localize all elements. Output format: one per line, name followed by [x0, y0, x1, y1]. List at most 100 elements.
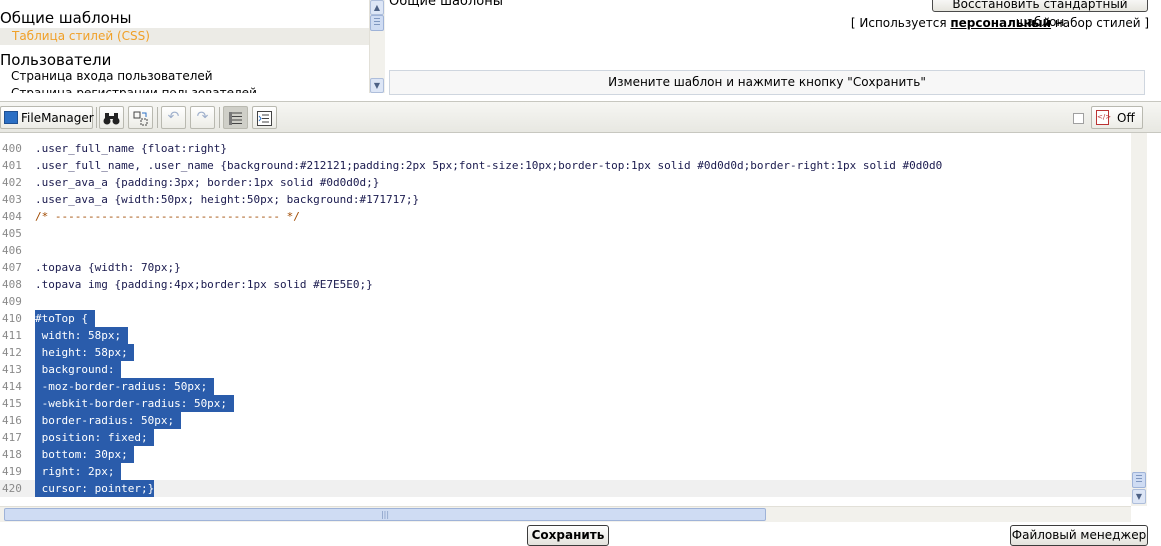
toolbar-separator: [157, 107, 158, 128]
code-line[interactable]: 416 border-radius: 50px;: [0, 412, 1131, 429]
line-number: 420: [2, 482, 22, 495]
template-item-login-page[interactable]: Страница входа пользователей: [11, 68, 213, 84]
line-number: 415: [2, 397, 22, 410]
line-number: 408: [2, 278, 22, 291]
replace-icon: [129, 107, 152, 134]
line-number: 417: [2, 431, 22, 444]
code-line[interactable]: 414 -moz-border-radius: 50px;: [0, 378, 1131, 395]
code-line[interactable]: 420 cursor: pointer;}: [0, 480, 1131, 497]
code-text: border-radius: 50px;: [35, 412, 181, 429]
code-line[interactable]: 404 /* ----------------------------------…: [0, 208, 1131, 225]
undo-icon: ↶: [167, 109, 180, 125]
code-text: .topava {width: 70px;}: [35, 261, 181, 274]
line-number: 411: [2, 329, 22, 342]
file-manager-button[interactable]: Файловый менеджер: [1010, 525, 1148, 546]
line-number: 405: [2, 227, 22, 240]
word-wrap-button[interactable]: [252, 106, 277, 129]
redo-button[interactable]: ↷: [190, 106, 215, 129]
line-number: 401: [2, 159, 22, 172]
code-line[interactable]: 408 .topava img {padding:4px;border:1px s…: [0, 276, 1131, 293]
css-code-editor[interactable]: 400 .user_full_name {float:right} 401 .user…: [0, 133, 1131, 506]
code-line[interactable]: 410 #toTop {: [0, 310, 1131, 327]
code-text: cursor: pointer;}: [35, 480, 155, 497]
category-common-templates: Общие шаблоны: [0, 9, 132, 27]
line-number: 409: [2, 295, 22, 308]
code-text: #toTop {: [35, 310, 95, 327]
save-hint: Измените шаблон и нажмите кнопку "Сохран…: [389, 70, 1145, 95]
code-text: position: fixed;: [35, 429, 155, 446]
category-users: Пользователи: [0, 51, 112, 69]
code-line[interactable]: 401 .user_full_name, .user_name {backgrou…: [0, 157, 1131, 174]
code-text: /* ---------------------------------- */: [35, 210, 300, 223]
code-line[interactable]: 409: [0, 293, 1131, 310]
code-line[interactable]: 419 right: 2px;: [0, 463, 1131, 480]
replace-button[interactable]: [128, 106, 153, 129]
line-number: 414: [2, 380, 22, 393]
template-info-panel: Общие шаблоны Восстановить стандартный ш…: [385, 0, 1161, 100]
binoculars-icon: [100, 107, 123, 133]
template-item-css-label: Таблица стилей (CSS): [12, 29, 150, 43]
code-line[interactable]: 417 position: fixed;: [0, 429, 1131, 446]
toggle-label: Off: [1117, 111, 1135, 125]
line-number: 400: [2, 142, 22, 155]
code-line[interactable]: 407 .topava {width: 70px;}: [0, 259, 1131, 276]
code-text: height: 58px;: [35, 344, 135, 361]
code-line[interactable]: 418 bottom: 30px;: [0, 446, 1131, 463]
code-text: .user_ava_a {padding:3px; border:1px sol…: [35, 176, 380, 189]
line-number: 410: [2, 312, 22, 325]
line-number: 413: [2, 363, 22, 376]
scroll-up-icon[interactable]: ▲: [370, 0, 384, 15]
scroll-thumb[interactable]: [370, 15, 384, 31]
highlight-checkbox[interactable]: [1073, 113, 1084, 124]
code-line[interactable]: 411 width: 58px;: [0, 327, 1131, 344]
save-button[interactable]: Сохранить: [527, 525, 609, 546]
line-number: 404: [2, 210, 22, 223]
undo-button[interactable]: ↶: [161, 106, 186, 129]
template-item-registration-page[interactable]: Страница регистрации пользователей: [11, 85, 257, 93]
style-set-notice: [ Используется персональный набор стилей…: [851, 16, 1149, 30]
editor-horizontal-scrollbar[interactable]: |||: [0, 506, 1131, 522]
notice-personal: персональный: [950, 16, 1052, 30]
search-button[interactable]: [99, 106, 124, 129]
template-list-scrollbar[interactable]: ▲ ▼: [369, 0, 385, 93]
scroll-down-icon[interactable]: ▼: [370, 78, 384, 93]
code-text: width: 58px;: [35, 327, 128, 344]
code-line[interactable]: 413 background:: [0, 361, 1131, 378]
word-wrap-icon: [253, 107, 276, 133]
code-line[interactable]: 403 .user_ava_a {width:50px; height:50px;…: [0, 191, 1131, 208]
template-item-css[interactable]: Таблица стилей (CSS): [0, 28, 369, 45]
code-line[interactable]: 412 height: 58px;: [0, 344, 1131, 361]
code-line[interactable]: 405: [0, 225, 1131, 242]
line-numbers-button[interactable]: [223, 106, 248, 129]
code-text: .user_full_name {float:right}: [35, 142, 228, 155]
code-line[interactable]: 406: [0, 242, 1131, 259]
code-line[interactable]: 402 .user_ava_a {padding:3px; border:1px …: [0, 174, 1131, 191]
line-number: 419: [2, 465, 22, 478]
line-number: 402: [2, 176, 22, 189]
code-line[interactable]: 415 -webkit-border-radius: 50px;: [0, 395, 1131, 412]
notice-suffix: набор стилей ]: [1051, 16, 1149, 30]
filemanager-button[interactable]: FileManager: [0, 106, 94, 129]
template-list: Общие шаблоны Таблица стилей (CSS) Польз…: [0, 0, 369, 93]
code-text: right: 2px;: [35, 463, 122, 480]
code-text: -moz-border-radius: 50px;: [35, 378, 214, 395]
line-numbers-icon: [224, 107, 247, 133]
line-number: 418: [2, 448, 22, 461]
code-file-icon: </>: [1096, 110, 1111, 125]
code-line[interactable]: 400 .user_full_name {float:right}: [0, 140, 1131, 157]
horizontal-scroll-thumb[interactable]: |||: [4, 508, 766, 521]
scroll-down-icon[interactable]: ▼: [1132, 489, 1146, 504]
toolbar-separator: [96, 107, 97, 128]
restore-default-template-button[interactable]: Восстановить стандартный шаблон: [932, 0, 1148, 29]
notice-prefix: [ Используется: [850, 16, 951, 30]
line-number: 403: [2, 193, 22, 206]
line-number: 412: [2, 346, 22, 359]
code-text: .user_ava_a {width:50px; height:50px; ba…: [35, 193, 420, 206]
code-text: .user_full_name, .user_name {background:…: [35, 159, 943, 172]
code-text: bottom: 30px;: [35, 446, 135, 463]
code-text: -webkit-border-radius: 50px;: [35, 395, 234, 412]
syntax-highlight-toggle[interactable]: </> Off: [1091, 106, 1143, 129]
filemanager-label: FileManager: [21, 111, 94, 125]
editor-scroll-thumb[interactable]: [1132, 472, 1146, 488]
editor-vertical-scrollbar[interactable]: ▼: [1131, 133, 1147, 506]
